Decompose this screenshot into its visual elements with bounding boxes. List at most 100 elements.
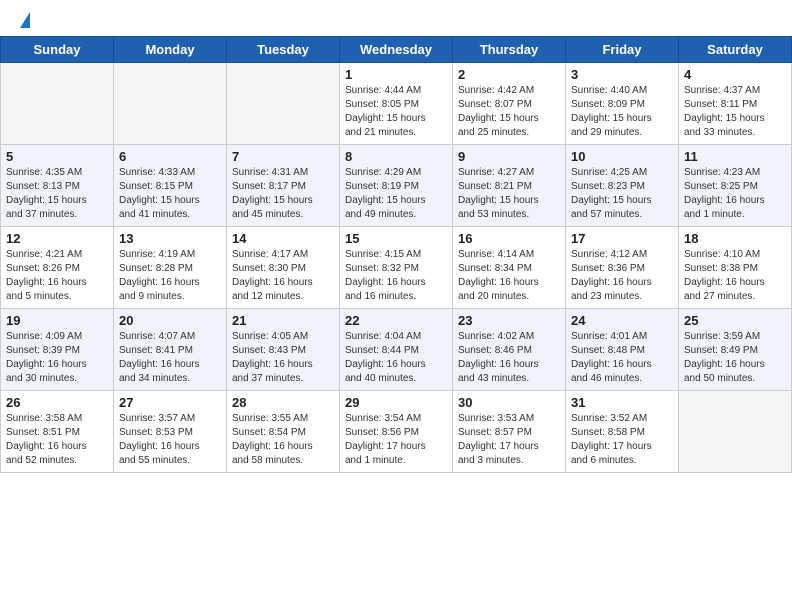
- day-number: 31: [571, 395, 673, 410]
- day-detail: Sunrise: 4:27 AM Sunset: 8:21 PM Dayligh…: [458, 166, 560, 222]
- day-detail: Sunrise: 4:04 AM Sunset: 8:44 PM Dayligh…: [345, 330, 447, 386]
- day-detail: Sunrise: 4:23 AM Sunset: 8:25 PM Dayligh…: [684, 166, 786, 222]
- day-number: 21: [232, 313, 334, 328]
- table-row: 17 Sunrise: 4:12 AM Sunset: 8:36 PM Dayli…: [566, 227, 679, 309]
- day-number: 22: [345, 313, 447, 328]
- table-row: [114, 63, 227, 145]
- day-detail: Sunrise: 4:07 AM Sunset: 8:41 PM Dayligh…: [119, 330, 221, 386]
- table-row: 27 Sunrise: 3:57 AM Sunset: 8:53 PM Dayli…: [114, 391, 227, 473]
- table-row: 20 Sunrise: 4:07 AM Sunset: 8:41 PM Dayli…: [114, 309, 227, 391]
- day-number: 3: [571, 67, 673, 82]
- calendar-table: Sunday Monday Tuesday Wednesday Thursday…: [0, 36, 792, 473]
- table-row: [1, 63, 114, 145]
- day-number: 19: [6, 313, 108, 328]
- page-header: [0, 0, 792, 36]
- table-row: 18Sunrise: 4:10 AM Sunset: 8:38 PM Dayli…: [679, 227, 792, 309]
- table-row: 13Sunrise: 4:19 AM Sunset: 8:28 PM Dayli…: [114, 227, 227, 309]
- day-detail: Sunrise: 4:02 AM Sunset: 8:46 PM Dayligh…: [458, 330, 560, 386]
- day-detail: Sunrise: 3:58 AM Sunset: 8:51 PM Dayligh…: [6, 412, 108, 468]
- calendar-week-row: 19 Sunrise: 4:09 AM Sunset: 8:39 PM Dayli…: [1, 309, 792, 391]
- day-detail: Sunrise: 4:21 AM Sunset: 8:26 PM Dayligh…: [6, 248, 108, 304]
- day-detail: Sunrise: 4:14 AM Sunset: 8:34 PM Dayligh…: [458, 248, 560, 304]
- calendar-header-row: Sunday Monday Tuesday Wednesday Thursday…: [1, 37, 792, 63]
- table-row: 25 Sunrise: 3:59 AM Sunset: 8:49 PM Dayli…: [679, 309, 792, 391]
- day-detail: Sunrise: 4:12 AM Sunset: 8:36 PM Dayligh…: [571, 248, 673, 304]
- day-detail: Sunrise: 4:44 AM Sunset: 8:05 PM Dayligh…: [345, 84, 447, 140]
- col-thursday: Thursday: [453, 37, 566, 63]
- logo-triangle-icon: [20, 12, 30, 28]
- col-tuesday: Tuesday: [227, 37, 340, 63]
- table-row: 19 Sunrise: 4:09 AM Sunset: 8:39 PM Dayli…: [1, 309, 114, 391]
- day-detail: Sunrise: 3:53 AM Sunset: 8:57 PM Dayligh…: [458, 412, 560, 468]
- table-row: 6 Sunrise: 4:33 AM Sunset: 8:15 PM Daylig…: [114, 145, 227, 227]
- day-detail: Sunrise: 3:55 AM Sunset: 8:54 PM Dayligh…: [232, 412, 334, 468]
- table-row: 23 Sunrise: 4:02 AM Sunset: 8:46 PM Dayli…: [453, 309, 566, 391]
- day-detail: Sunrise: 3:57 AM Sunset: 8:53 PM Dayligh…: [119, 412, 221, 468]
- day-detail: Sunrise: 4:01 AM Sunset: 8:48 PM Dayligh…: [571, 330, 673, 386]
- table-row: 26Sunrise: 3:58 AM Sunset: 8:51 PM Dayli…: [1, 391, 114, 473]
- day-detail: Sunrise: 3:52 AM Sunset: 8:58 PM Dayligh…: [571, 412, 673, 468]
- table-row: 15 Sunrise: 4:15 AM Sunset: 8:32 PM Dayli…: [340, 227, 453, 309]
- col-saturday: Saturday: [679, 37, 792, 63]
- table-row: [679, 391, 792, 473]
- day-number: 14: [232, 231, 334, 246]
- table-row: 22 Sunrise: 4:04 AM Sunset: 8:44 PM Dayli…: [340, 309, 453, 391]
- calendar-week-row: 12 Sunrise: 4:21 AM Sunset: 8:26 PM Dayli…: [1, 227, 792, 309]
- day-detail: Sunrise: 4:09 AM Sunset: 8:39 PM Dayligh…: [6, 330, 108, 386]
- day-number: 12: [6, 231, 108, 246]
- table-row: [227, 63, 340, 145]
- table-row: 1 Sunrise: 4:44 AM Sunset: 8:05 PM Daylig…: [340, 63, 453, 145]
- table-row: 2 Sunrise: 4:42 AM Sunset: 8:07 PM Daylig…: [453, 63, 566, 145]
- day-number: 11: [684, 149, 786, 164]
- day-number: 1: [345, 67, 447, 82]
- day-number: 2: [458, 67, 560, 82]
- day-detail: Sunrise: 4:15 AM Sunset: 8:32 PM Dayligh…: [345, 248, 447, 304]
- day-number: 9: [458, 149, 560, 164]
- day-number: 8: [345, 149, 447, 164]
- day-number: 27: [119, 395, 221, 410]
- table-row: 28Sunrise: 3:55 AM Sunset: 8:54 PM Dayli…: [227, 391, 340, 473]
- day-detail: Sunrise: 3:59 AM Sunset: 8:49 PM Dayligh…: [684, 330, 786, 386]
- day-detail: Sunrise: 4:42 AM Sunset: 8:07 PM Dayligh…: [458, 84, 560, 140]
- table-row: 24 Sunrise: 4:01 AM Sunset: 8:48 PM Dayli…: [566, 309, 679, 391]
- table-row: 4Sunrise: 4:37 AM Sunset: 8:11 PM Daylig…: [679, 63, 792, 145]
- table-row: 21 Sunrise: 4:05 AM Sunset: 8:43 PM Dayli…: [227, 309, 340, 391]
- day-detail: Sunrise: 4:31 AM Sunset: 8:17 PM Dayligh…: [232, 166, 334, 222]
- col-wednesday: Wednesday: [340, 37, 453, 63]
- day-detail: Sunrise: 4:29 AM Sunset: 8:19 PM Dayligh…: [345, 166, 447, 222]
- table-row: 10Sunrise: 4:25 AM Sunset: 8:23 PM Dayli…: [566, 145, 679, 227]
- day-detail: Sunrise: 4:40 AM Sunset: 8:09 PM Dayligh…: [571, 84, 673, 140]
- day-detail: Sunrise: 4:05 AM Sunset: 8:43 PM Dayligh…: [232, 330, 334, 386]
- table-row: 8 Sunrise: 4:29 AM Sunset: 8:19 PM Daylig…: [340, 145, 453, 227]
- day-number: 6: [119, 149, 221, 164]
- table-row: 11 Sunrise: 4:23 AM Sunset: 8:25 PM Dayli…: [679, 145, 792, 227]
- day-number: 15: [345, 231, 447, 246]
- table-row: 9 Sunrise: 4:27 AM Sunset: 8:21 PM Daylig…: [453, 145, 566, 227]
- calendar-week-row: 5 Sunrise: 4:35 AM Sunset: 8:13 PM Daylig…: [1, 145, 792, 227]
- day-number: 23: [458, 313, 560, 328]
- calendar-week-row: 26Sunrise: 3:58 AM Sunset: 8:51 PM Dayli…: [1, 391, 792, 473]
- day-detail: Sunrise: 4:35 AM Sunset: 8:13 PM Dayligh…: [6, 166, 108, 222]
- day-detail: Sunrise: 4:33 AM Sunset: 8:15 PM Dayligh…: [119, 166, 221, 222]
- day-number: 4: [684, 67, 786, 82]
- day-number: 25: [684, 313, 786, 328]
- day-number: 29: [345, 395, 447, 410]
- day-number: 20: [119, 313, 221, 328]
- col-friday: Friday: [566, 37, 679, 63]
- day-number: 7: [232, 149, 334, 164]
- table-row: 31 Sunrise: 3:52 AM Sunset: 8:58 PM Dayli…: [566, 391, 679, 473]
- day-detail: Sunrise: 4:17 AM Sunset: 8:30 PM Dayligh…: [232, 248, 334, 304]
- col-monday: Monday: [114, 37, 227, 63]
- day-number: 16: [458, 231, 560, 246]
- day-number: 5: [6, 149, 108, 164]
- day-detail: Sunrise: 4:19 AM Sunset: 8:28 PM Dayligh…: [119, 248, 221, 304]
- table-row: 3 Sunrise: 4:40 AM Sunset: 8:09 PM Daylig…: [566, 63, 679, 145]
- day-number: 18: [684, 231, 786, 246]
- table-row: 16 Sunrise: 4:14 AM Sunset: 8:34 PM Dayli…: [453, 227, 566, 309]
- day-number: 17: [571, 231, 673, 246]
- day-number: 24: [571, 313, 673, 328]
- table-row: 14 Sunrise: 4:17 AM Sunset: 8:30 PM Dayli…: [227, 227, 340, 309]
- day-detail: Sunrise: 3:54 AM Sunset: 8:56 PM Dayligh…: [345, 412, 447, 468]
- table-row: 7 Sunrise: 4:31 AM Sunset: 8:17 PM Daylig…: [227, 145, 340, 227]
- calendar-week-row: 1 Sunrise: 4:44 AM Sunset: 8:05 PM Daylig…: [1, 63, 792, 145]
